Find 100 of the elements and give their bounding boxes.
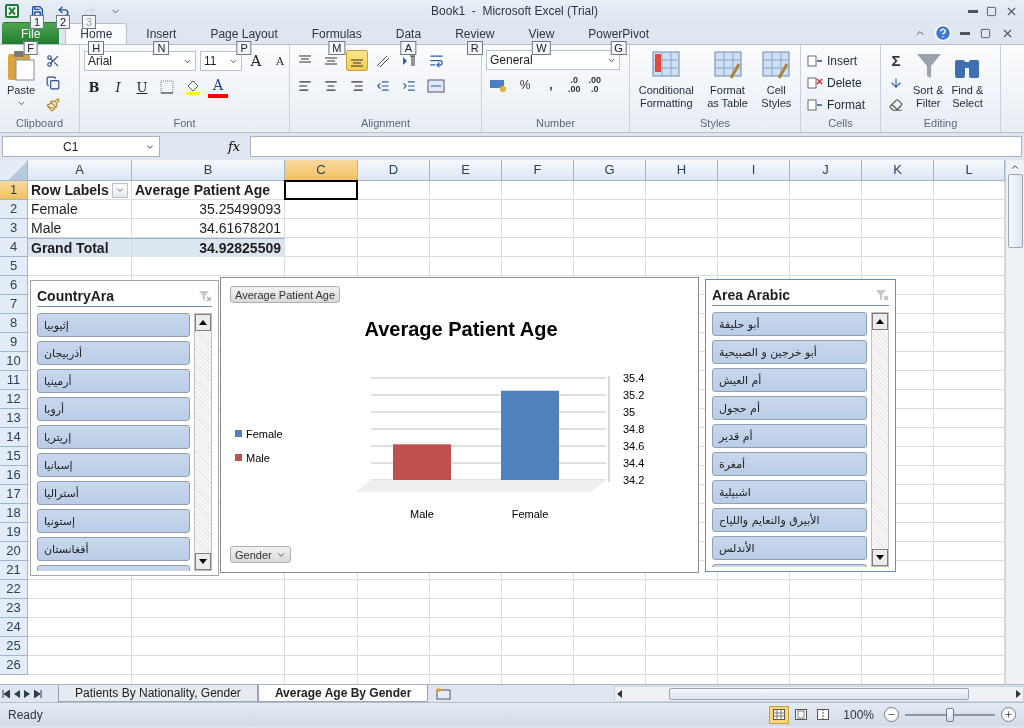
styles-button[interactable]: Conditional Formatting [636,50,696,116]
slicer-scrollbar[interactable] [194,313,212,571]
sheet-tab[interactable]: Patients By Nationality, Gender [58,684,258,702]
scroll-down-button[interactable] [195,553,211,570]
row-header[interactable]: 1 [0,181,28,200]
cells-button[interactable]: Insert [805,50,867,71]
row-header[interactable]: 26 [0,656,28,675]
row-header[interactable]: 22 [0,580,28,599]
last-sheet-button[interactable] [32,689,44,698]
slicer-item[interactable]: أمغرة [712,452,867,476]
column-header[interactable]: J [790,160,862,181]
italic-button[interactable]: I [108,76,128,98]
row-header[interactable]: 25 [0,637,28,656]
font-name-field[interactable]: Arial [84,51,196,71]
scroll-down-button[interactable] [872,549,888,566]
ribbon-tab[interactable]: View [513,23,570,44]
row-header[interactable]: 13 [0,409,28,428]
row-header[interactable]: 23 [0,599,28,618]
previous-sheet-button[interactable] [12,689,22,698]
row-header[interactable]: 24 [0,618,28,637]
row-header[interactable]: 17 [0,485,28,504]
row-header[interactable]: 20 [0,542,28,561]
row-header[interactable]: 11 [0,371,28,390]
zoom-out-button[interactable] [884,707,899,722]
axis-field-button[interactable]: Gender [230,546,291,563]
shrink-font-button[interactable]: A [270,50,289,72]
zoom-level[interactable]: 100% [843,707,874,722]
horizontal-scrollbar[interactable] [614,685,1024,702]
increase-decimal-button[interactable]: .0 .00 [566,75,583,94]
column-header[interactable]: F [502,160,574,181]
column-header[interactable]: C [285,160,358,181]
row-header[interactable]: 18 [0,504,28,523]
slicer-item[interactable]: أبو خرجين و الصبيحية [712,340,867,364]
scroll-up-button[interactable] [872,313,888,330]
column-header[interactable]: A [28,160,132,181]
column-header[interactable]: G [574,160,646,181]
column-header[interactable]: D [358,160,430,181]
slicer-item[interactable]: اشبيلية [712,480,867,504]
formula-field[interactable] [250,136,1022,157]
scroll-up-button[interactable] [195,314,211,331]
cells-button[interactable]: Format [805,94,867,115]
row-header[interactable]: 19 [0,523,28,542]
zoom-in-button[interactable] [1001,707,1016,722]
editing-button[interactable]: Sort & Filter [911,50,946,116]
scroll-thumb[interactable] [669,687,969,700]
first-sheet-button[interactable] [0,689,12,698]
slicer-item[interactable]: أفغانستان [37,537,190,561]
row-header[interactable]: 7 [0,295,28,314]
slicer-item[interactable]: أذربيجان [37,341,190,365]
help-button[interactable] [934,24,952,42]
scroll-thumb[interactable] [1007,174,1023,248]
insert-function-button[interactable]: fx [226,139,243,154]
row-header[interactable]: 4 [0,238,28,257]
cells-button[interactable]: Delete [805,72,867,93]
slicer-item[interactable]: أرمينيا [37,369,190,393]
slicer-scrollbar[interactable] [871,312,889,567]
value-field-button[interactable]: Average Patient Age [230,286,341,303]
row-header[interactable]: 16 [0,466,28,485]
row-header[interactable]: 15 [0,447,28,466]
slicer-item[interactable]: أروبا [37,397,190,421]
row-header[interactable]: 5 [0,257,28,276]
decrease-decimal-button[interactable]: .00 .0 [586,75,604,94]
row-header[interactable]: 10 [0,352,28,371]
comma-button[interactable]: , [540,74,562,95]
autosum-button[interactable]: Σ [885,50,907,71]
column-header[interactable]: E [430,160,502,181]
name-box[interactable]: C1 [2,136,160,157]
column-header[interactable]: K [862,160,934,181]
row-header[interactable]: 12 [0,390,28,409]
styles-button[interactable]: Cell Styles [759,50,794,116]
row-header[interactable]: 9 [0,333,28,352]
slicer-item[interactable]: إثيوبيا [37,313,190,337]
row-header[interactable]: 6 [0,276,28,295]
ribbon-tab[interactable]: Page Layout [195,23,293,44]
column-header[interactable]: L [934,160,1005,181]
restore-button[interactable] [984,4,999,18]
row-header[interactable]: 21 [0,561,28,580]
row-header[interactable]: 8 [0,314,28,333]
slicer-item[interactable]: إسبانيا [37,453,190,477]
normal-view-button[interactable] [769,705,790,724]
vertical-scrollbar[interactable] [1005,160,1024,684]
slicer-item[interactable]: إستونيا [37,509,190,533]
slicer-item[interactable]: أبو حليفة [712,312,867,336]
column-header[interactable]: B [132,160,285,181]
ribbon-tab[interactable]: Insert [131,23,192,44]
font-size-field[interactable]: 11 [200,51,242,71]
slicer-item[interactable]: الأبيرق والنعايم واللياح [712,508,867,532]
slicer-item[interactable]: أستراليا [37,481,190,505]
next-sheet-button[interactable] [22,689,32,698]
row-header[interactable]: 2 [0,200,28,219]
ribbon-tab[interactable]: Formulas [296,23,377,44]
editing-button[interactable]: Find & Select [949,50,986,116]
slicer-item[interactable]: أم حجول [712,396,867,420]
sheet-tab[interactable]: Average Age By Gender [257,684,429,702]
active-cell[interactable] [284,180,358,200]
restore-button[interactable] [978,27,993,39]
zoom-slider-thumb[interactable] [946,707,954,722]
minimize-button[interactable] [958,31,972,35]
ribbon-tab[interactable]: Review [440,23,510,44]
ribbon-tab[interactable]: Data [380,23,437,44]
